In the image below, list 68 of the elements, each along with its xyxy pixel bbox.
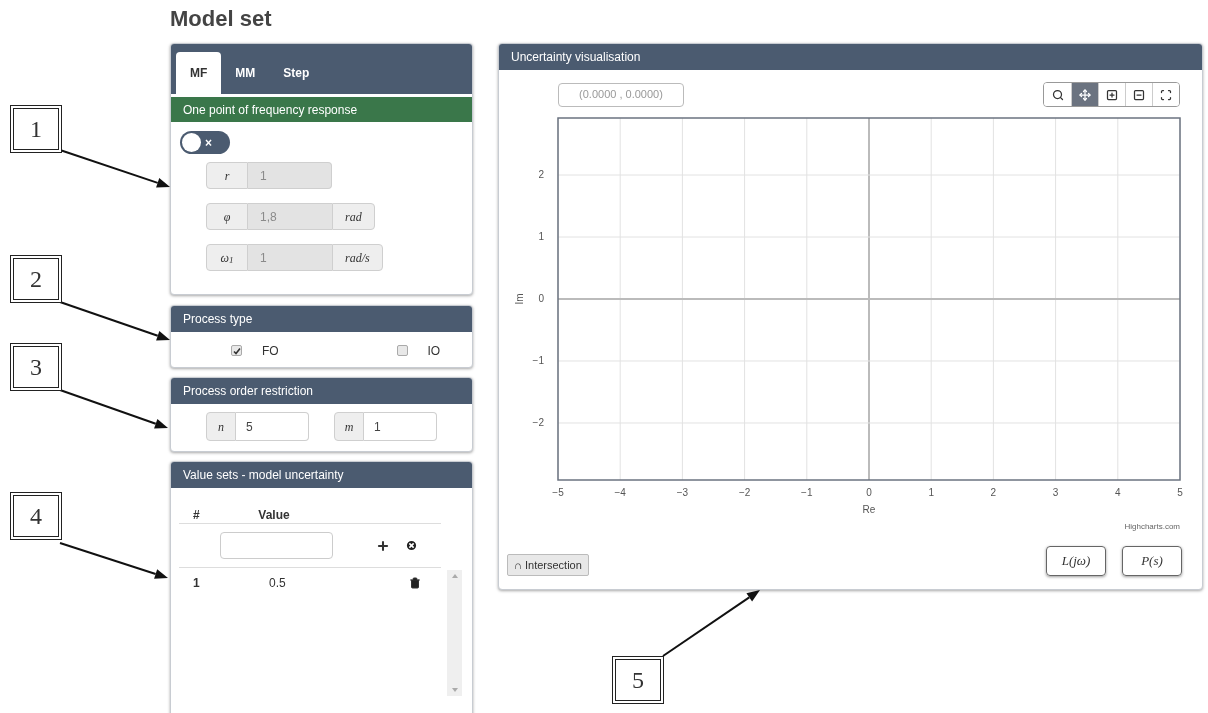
symbol-label: m bbox=[334, 412, 364, 441]
x-tick-label: −4 bbox=[614, 487, 626, 498]
symbol-label: φ bbox=[206, 203, 248, 230]
plot-button[interactable]: L(jω) bbox=[1046, 546, 1106, 576]
clear-icon[interactable] bbox=[405, 539, 418, 552]
y-axis-title: Im bbox=[514, 293, 525, 305]
unit-label: rad bbox=[332, 203, 375, 230]
toggle-knob bbox=[182, 133, 201, 152]
zoom-out-icon bbox=[1133, 88, 1145, 101]
input-field[interactable]: 1 bbox=[364, 412, 437, 441]
column-header: # bbox=[192, 507, 201, 523]
x-tick-label: −1 bbox=[801, 487, 813, 498]
x-tick-label: 2 bbox=[990, 487, 997, 498]
trash-icon[interactable] bbox=[409, 577, 421, 589]
info-banner: One point of frequency response bbox=[171, 97, 472, 122]
coordinates-field: (0.0000 , 0.0000) bbox=[558, 82, 684, 107]
toggle-switch[interactable]: × bbox=[180, 131, 230, 154]
checkbox[interactable] bbox=[231, 345, 242, 356]
callout-box: 4 bbox=[10, 492, 62, 540]
y-tick-label: 0 bbox=[538, 293, 544, 304]
table-cell-text: 1 bbox=[192, 575, 201, 592]
fullscreen-icon bbox=[1160, 88, 1172, 101]
panel-title: Process order restriction bbox=[171, 378, 472, 404]
checkbox-label: FO bbox=[262, 342, 279, 360]
plot-button[interactable]: P(s) bbox=[1122, 546, 1182, 576]
symbol-label: ω$_{1}$ bbox=[206, 244, 248, 271]
x-tick-label: −2 bbox=[738, 487, 751, 498]
toggle-symbol: × bbox=[205, 136, 212, 149]
callout-box: 3 bbox=[10, 343, 62, 391]
zoom-in-icon bbox=[1106, 88, 1118, 101]
symbol-label: n bbox=[206, 412, 236, 441]
tab[interactable]: MM bbox=[221, 52, 270, 94]
panel-title: Value sets - model uncertainty bbox=[171, 462, 472, 488]
unit-label: rad/s bbox=[332, 244, 383, 271]
y-tick-label: 1 bbox=[538, 231, 544, 242]
x-tick-label: 0 bbox=[866, 487, 872, 498]
x-axis-title: Re bbox=[862, 504, 876, 515]
tab[interactable]: Step bbox=[269, 52, 324, 94]
x-tick-label: 3 bbox=[1052, 487, 1059, 498]
checkbox[interactable] bbox=[396, 345, 408, 356]
toolbar-button[interactable] bbox=[1152, 83, 1179, 106]
intersection-button[interactable]: ∩ Intersection bbox=[507, 554, 589, 576]
x-tick-label: 5 bbox=[1177, 487, 1183, 498]
chart-credit: Highcharts.com bbox=[1124, 522, 1180, 531]
search-icon bbox=[1051, 88, 1064, 101]
callout-box: 1 bbox=[10, 105, 62, 153]
symbol-label: r bbox=[206, 162, 248, 189]
y-tick-label: 2 bbox=[538, 169, 544, 181]
table-cell-text: 0.5 bbox=[269, 575, 287, 592]
input-field[interactable]: 5 bbox=[236, 412, 309, 441]
add-icon[interactable] bbox=[376, 538, 390, 553]
x-tick-label: −3 bbox=[676, 487, 689, 498]
x-tick-label: 4 bbox=[1115, 487, 1121, 498]
panel-title: Uncertainty visualisation bbox=[499, 44, 1202, 70]
page-title: Model set bbox=[170, 5, 273, 33]
y-tick-label: −2 bbox=[532, 416, 544, 428]
tab[interactable]: MF bbox=[176, 52, 222, 94]
x-tick-label: −5 bbox=[552, 487, 564, 498]
callout-box: 2 bbox=[10, 255, 62, 303]
move-icon bbox=[1079, 88, 1091, 101]
column-header: Value bbox=[257, 507, 291, 523]
callout-box: 5 bbox=[612, 656, 664, 704]
x-tick-label: 1 bbox=[928, 487, 934, 498]
y-tick-label: −1 bbox=[532, 355, 544, 366]
panel-title: Process type bbox=[171, 306, 472, 332]
value-input-field[interactable] bbox=[220, 532, 333, 559]
checkmark-icon bbox=[232, 346, 241, 355]
checkbox-label: IO bbox=[427, 342, 441, 360]
